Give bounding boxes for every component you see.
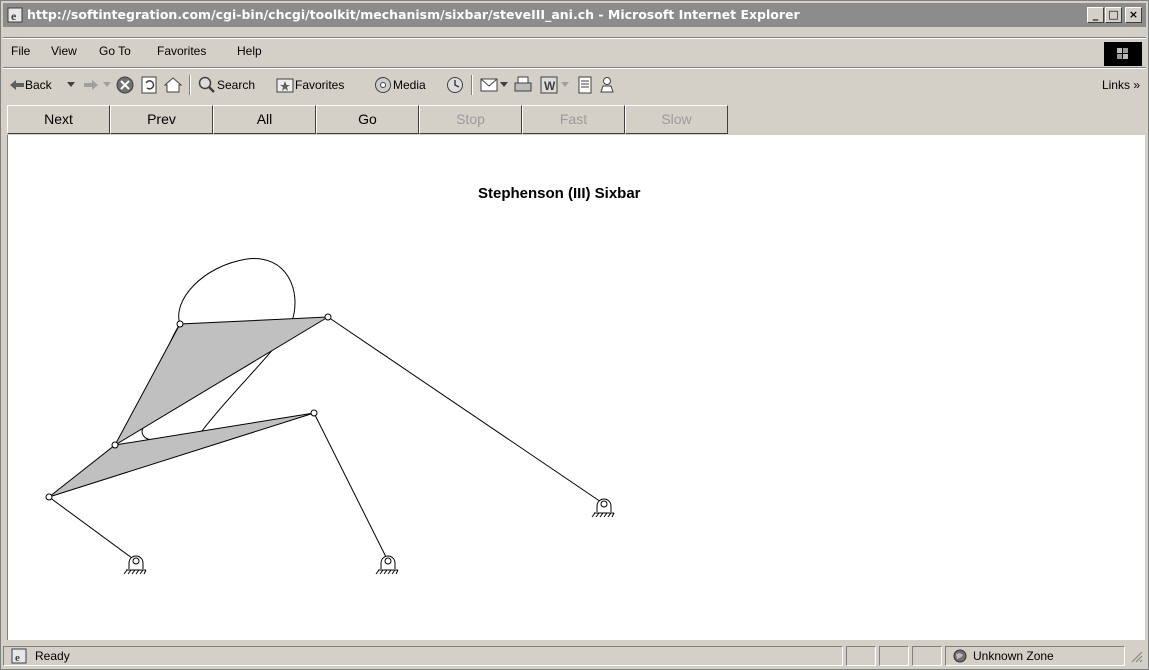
sixbar-mechanism-diagram	[45, 258, 615, 575]
menu-file[interactable]: File	[11, 44, 30, 58]
stop-icon[interactable]	[115, 75, 135, 95]
lower-ternary-link	[48, 412, 315, 498]
prev-button[interactable]: Prev	[110, 105, 213, 134]
browser-window: e http://softintegration.com/cgi-bin/chc…	[0, 0, 1149, 670]
messenger-icon[interactable]	[599, 75, 619, 95]
joint	[111, 441, 119, 449]
back-button[interactable]: Back	[25, 78, 52, 92]
status-bar: e Ready Unknown Zone	[3, 643, 1146, 667]
resize-grip-icon[interactable]	[1129, 649, 1143, 663]
back-arrow-icon	[10, 80, 24, 90]
maximize-button[interactable]: □	[1105, 7, 1122, 23]
ground-pivot-icon	[591, 498, 615, 518]
menu-view[interactable]: View	[51, 44, 77, 58]
rocker-link	[313, 412, 389, 562]
title-bar: e http://softintegration.com/cgi-bin/chc…	[3, 3, 1146, 27]
status-text: Ready	[35, 649, 70, 663]
joint	[324, 313, 332, 321]
internet-explorer-icon: e	[7, 7, 23, 23]
toolbar-separator	[189, 75, 191, 95]
ground-pivot-icon	[375, 555, 399, 575]
next-button[interactable]: Next	[7, 105, 110, 134]
status-panel	[846, 646, 876, 666]
search-icon	[198, 76, 215, 93]
status-panel	[3, 646, 843, 666]
go-button[interactable]: Go	[316, 105, 419, 134]
media-icon	[375, 77, 391, 93]
menu-go-to[interactable]: Go To	[99, 44, 131, 58]
globe-icon	[953, 649, 967, 663]
svg-text:W: W	[544, 79, 556, 93]
links-label: Links	[1101, 78, 1130, 92]
ground-pivot-icon	[123, 555, 147, 575]
media-button[interactable]: Media	[393, 78, 426, 92]
standard-toolbar: Back Search Favorites Media W	[3, 71, 1146, 99]
chevron-down-icon[interactable]	[67, 82, 75, 88]
minimize-button[interactable]: _	[1087, 7, 1104, 23]
close-button[interactable]: ×	[1125, 7, 1142, 23]
discuss-icon[interactable]	[575, 75, 595, 95]
toolbar-separator	[471, 75, 473, 95]
links-button[interactable]: Links »	[1102, 78, 1140, 92]
edit-icon[interactable]: W	[539, 75, 559, 95]
chevron-down-icon[interactable]	[103, 82, 111, 88]
output-link	[327, 316, 605, 505]
windows-flag-icon	[1117, 48, 1128, 59]
divider	[3, 67, 1146, 69]
fast-button[interactable]: Fast	[522, 105, 625, 134]
favorites-button[interactable]: Favorites	[295, 78, 344, 92]
page-content: Stephenson (III) Sixbar	[7, 135, 1145, 640]
menu-bar: File View Go To Favorites Help	[3, 41, 1146, 63]
history-icon[interactable]	[445, 75, 465, 95]
forward-arrow-icon[interactable]	[83, 79, 99, 91]
page-icon: e	[11, 648, 27, 664]
mail-icon[interactable]	[479, 75, 499, 95]
upper-ternary-link	[113, 316, 329, 447]
svg-text:e: e	[11, 9, 17, 23]
status-panel	[912, 646, 942, 666]
crank-link	[48, 496, 137, 562]
menu-help[interactable]: Help	[237, 44, 262, 58]
stop-button[interactable]: Stop	[419, 105, 522, 134]
chevron-down-icon[interactable]	[500, 82, 508, 88]
all-button[interactable]: All	[213, 105, 316, 134]
windows-logo-throbber	[1104, 42, 1142, 66]
animation-controls: Next Prev All Go Stop Fast Slow	[7, 105, 1144, 134]
svg-text:e: e	[15, 652, 20, 664]
joint	[176, 320, 184, 328]
window-title: http://softintegration.com/cgi-bin/chcgi…	[27, 7, 800, 22]
joint	[310, 409, 318, 417]
refresh-icon[interactable]	[139, 75, 159, 95]
divider	[3, 37, 1146, 39]
status-panel	[879, 646, 909, 666]
joint	[45, 493, 53, 501]
chevron-down-icon[interactable]	[561, 82, 569, 88]
slow-button[interactable]: Slow	[625, 105, 728, 134]
home-icon[interactable]	[163, 75, 183, 95]
menu-favorites[interactable]: Favorites	[157, 44, 206, 58]
print-icon[interactable]	[513, 75, 533, 95]
security-zone-text: Unknown Zone	[973, 649, 1054, 663]
favorites-icon	[276, 78, 294, 93]
search-button[interactable]: Search	[217, 78, 255, 92]
